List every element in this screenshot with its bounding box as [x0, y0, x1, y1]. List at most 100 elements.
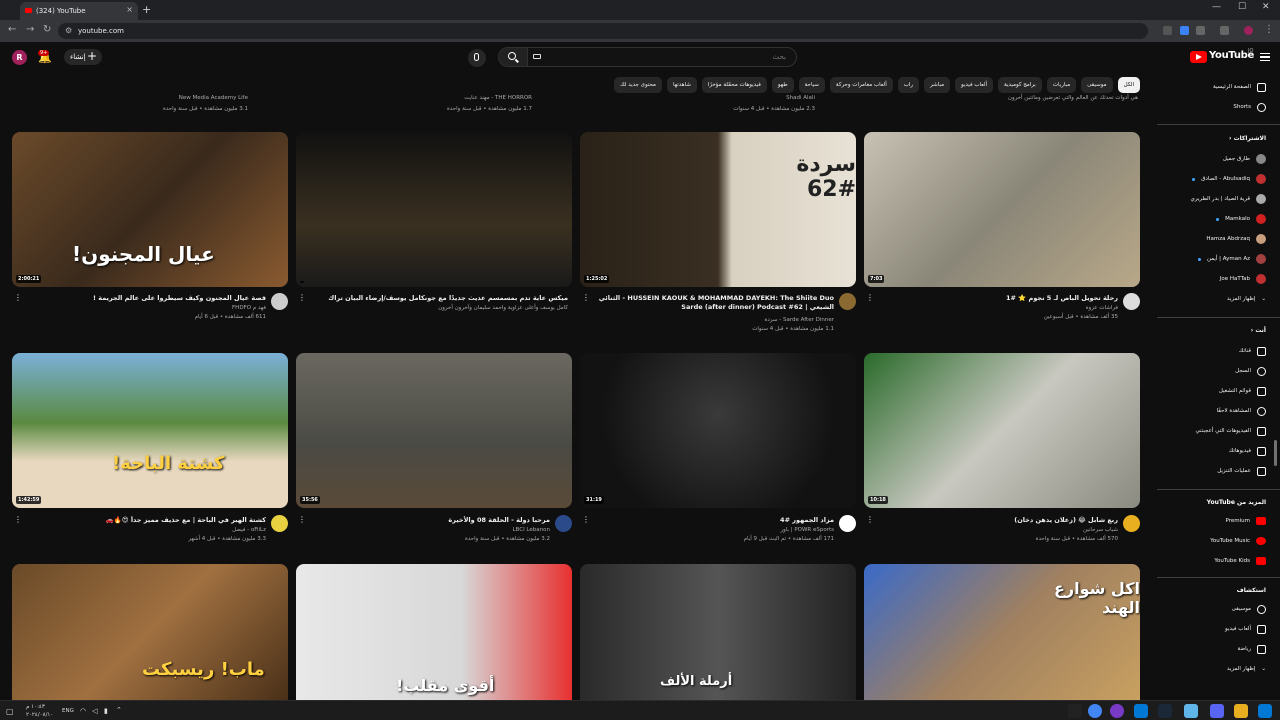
sidebar-item-gaming[interactable]: ألعاب فيديو	[1225, 622, 1266, 636]
video-thumbnail[interactable]: سردة #62 1:25:02	[580, 132, 856, 287]
video-title[interactable]: ربع شابل 😂 (زعلان يدهن دخان)	[878, 516, 1118, 524]
voice-search-button[interactable]	[468, 49, 486, 67]
bookmark-star-icon[interactable]	[1196, 26, 1205, 35]
channel-avatar[interactable]	[555, 515, 572, 532]
video-title[interactable]: رحلة تحويل الباص لـ 5 نجوم ⭐ #1	[878, 294, 1118, 302]
account-avatar[interactable]: R	[12, 50, 27, 65]
chip[interactable]: برامج كوميدية	[998, 77, 1042, 93]
wifi-icon[interactable]: ◠	[80, 707, 86, 715]
video-thumbnail[interactable]: 31:19	[580, 353, 856, 508]
app-icon[interactable]	[1184, 704, 1198, 718]
notification-icon[interactable]: ▢	[6, 707, 14, 716]
video-thumbnail[interactable]: اكل شوارع الهند	[864, 564, 1140, 700]
channel-name[interactable]: oFiiLz - فيصل	[232, 527, 266, 533]
video-title[interactable]: مرحبا دولة - الحلقة 08 والأخيرة	[310, 516, 550, 524]
sidebar-item-premium[interactable]: Premium	[1226, 514, 1266, 528]
translate-icon[interactable]	[1180, 26, 1189, 35]
chip[interactable]: راب	[897, 77, 920, 93]
channel-name[interactable]: كامل يوسف وأعلى عزاوية واحمد سليمان وآخر…	[438, 305, 568, 311]
video-title[interactable]: كشتة الهبر في الباحة | مع حذيف مميز جداً…	[26, 516, 266, 524]
back-icon[interactable]: ←	[8, 24, 16, 35]
video-thumbnail[interactable]: أقوى مقلب!	[296, 564, 572, 700]
language-indicator[interactable]: ENG	[62, 708, 74, 714]
chip[interactable]: مباشر	[924, 77, 951, 93]
sidebar-item-shorts[interactable]: Shorts	[1233, 100, 1266, 114]
sidebar-item-subscription[interactable]: Abulsadiq - الصادق	[1190, 172, 1266, 186]
channel-avatar[interactable]	[839, 293, 856, 310]
more-options-icon[interactable]: ⋮	[298, 515, 306, 524]
reload-icon[interactable]: ↻	[43, 24, 51, 35]
channel-name[interactable]: POWR eSports | باور	[780, 527, 834, 533]
chip[interactable]: موسيقى	[1081, 77, 1113, 93]
steam-icon[interactable]	[1158, 704, 1172, 718]
chip[interactable]: شاهدتها	[667, 77, 697, 93]
address-bar[interactable]: ⚙ youtube.com	[58, 23, 1148, 39]
sidebar-item-subscription[interactable]: طارق جميل	[1223, 152, 1266, 166]
chip[interactable]: محتوى جديد لك	[614, 77, 662, 93]
sidebar-item-downloads[interactable]: عمليات التنزيل	[1217, 464, 1266, 478]
minimize-button[interactable]: —	[1212, 2, 1221, 12]
search-input[interactable]	[527, 47, 797, 67]
sidebar-item-your-channel[interactable]: قناتك	[1239, 344, 1266, 358]
windows-start-icon[interactable]	[1258, 704, 1272, 718]
subscriptions-heading[interactable]: الاشتراكات ‹	[1229, 135, 1266, 142]
channel-name[interactable]: شباب سرحانين	[1083, 527, 1118, 533]
close-window-button[interactable]: ✕	[1262, 2, 1270, 12]
file-explorer-icon[interactable]	[1234, 704, 1248, 718]
video-thumbnail[interactable]	[296, 132, 572, 287]
chip-all[interactable]: الكل	[1117, 77, 1140, 93]
video-thumbnail[interactable]: أرملة الألف	[580, 564, 856, 700]
channel-name[interactable]: LBCI Lebanon	[512, 527, 550, 533]
sidebar-item-music[interactable]: موسيقى	[1232, 602, 1266, 616]
video-thumbnail[interactable]: 10:18	[864, 353, 1140, 508]
chrome-icon[interactable]	[1088, 704, 1102, 718]
extensions-puzzle-icon[interactable]	[1220, 26, 1229, 35]
chip[interactable]: ألعاب مغامرات وحركة	[829, 77, 893, 93]
sidebar-scrollbar[interactable]	[1274, 440, 1277, 466]
sidebar-item-watch-later[interactable]: المشاهدة لاحقًا	[1217, 404, 1266, 418]
sidebar-item-subscription[interactable]: Joe HaTTab	[1220, 272, 1266, 286]
browser-tab[interactable]: (324) YouTube ×	[20, 2, 138, 20]
show-more-subscriptions[interactable]: ⌄ إظهار المزيد	[1227, 292, 1266, 306]
video-title[interactable]: مزاد الجمهور #4	[594, 516, 834, 524]
channel-avatar[interactable]	[1123, 293, 1140, 310]
maximize-button[interactable]: ☐	[1238, 2, 1246, 12]
new-tab-button[interactable]: +	[142, 3, 151, 16]
sidebar-item-playlists[interactable]: قوائم التشغيل	[1219, 384, 1266, 398]
sidebar-item-youtube-kids[interactable]: YouTube Kids	[1214, 554, 1266, 568]
channel-avatar[interactable]	[271, 515, 288, 532]
video-thumbnail[interactable]: كشتة الباحة! 1:42:59	[12, 353, 288, 508]
chip[interactable]: طهو	[771, 77, 794, 93]
forward-icon[interactable]: →	[26, 24, 34, 35]
more-options-icon[interactable]: ⋮	[298, 293, 306, 302]
browser-menu-icon[interactable]: ⋮	[1264, 24, 1274, 35]
video-thumbnail[interactable]: 35:56	[296, 353, 572, 508]
sidebar-item-sports[interactable]: رياضة	[1238, 642, 1266, 656]
create-button[interactable]: إنشاء +	[64, 49, 102, 65]
video-title[interactable]: قصة عيال المجنون وكيف سيطروا على عالم ال…	[26, 294, 266, 302]
sidebar-item-liked-videos[interactable]: الفيديوهات التي أعجبتني	[1195, 424, 1266, 438]
youtube-logo[interactable]: YouTube JO	[1190, 48, 1254, 64]
sidebar-item-history[interactable]: السجل	[1235, 364, 1266, 378]
mic-tray-icon[interactable]: ▮	[104, 707, 108, 715]
sidebar-item-home[interactable]: الصفحة الرئيسية	[1213, 80, 1266, 94]
channel-avatar[interactable]	[1123, 515, 1140, 532]
extension-icon[interactable]	[1163, 26, 1172, 35]
channel-avatar[interactable]	[839, 515, 856, 532]
video-thumbnail[interactable]: ماب! ريسبكت	[12, 564, 288, 700]
search-button[interactable]	[498, 47, 528, 67]
more-options-icon[interactable]: ⋮	[582, 293, 590, 302]
sidebar-item-youtube-music[interactable]: YouTube Music	[1210, 534, 1266, 548]
video-thumbnail[interactable]: 7:03	[864, 132, 1140, 287]
volume-icon[interactable]: ◁	[92, 707, 97, 715]
app-icon[interactable]	[1068, 704, 1082, 718]
more-options-icon[interactable]: ⋮	[866, 293, 874, 302]
sidebar-item-subscription[interactable]: Mamkalo	[1214, 212, 1266, 226]
chip[interactable]: فيديوهات محمّلة مؤخرًا	[701, 77, 767, 93]
tray-chevron-icon[interactable]: ⌃	[116, 706, 122, 714]
sidebar-item-subscription[interactable]: Ayman Az | أيمن	[1196, 252, 1266, 266]
site-info-icon[interactable]: ⚙	[65, 23, 72, 39]
chip[interactable]: ألعاب فيديو	[955, 77, 994, 93]
chip[interactable]: سياحة	[798, 77, 825, 93]
more-options-icon[interactable]: ⋮	[866, 515, 874, 524]
